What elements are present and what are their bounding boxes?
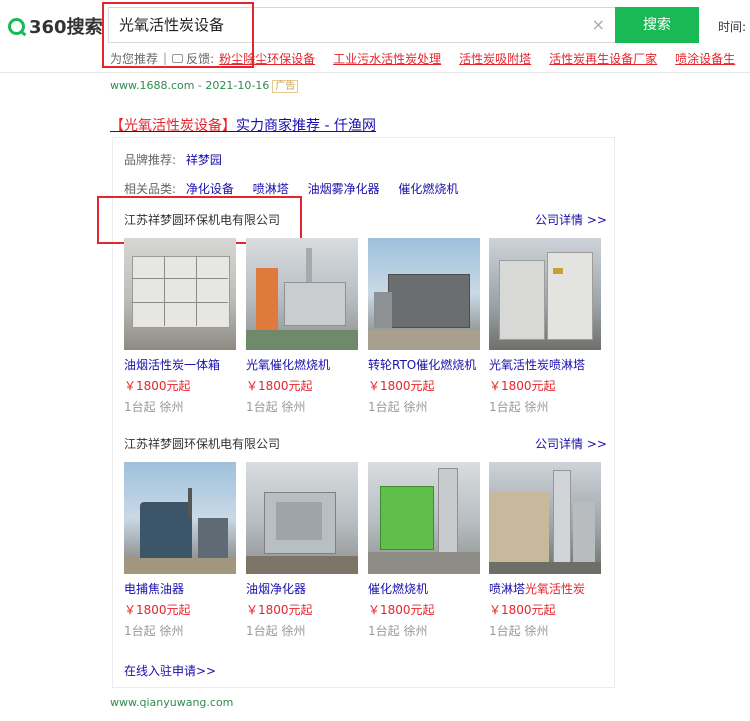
brand-link[interactable]: 祥梦园 <box>186 153 222 167</box>
search-button[interactable]: 搜索 <box>615 7 699 43</box>
category-link[interactable]: 油烟雾净化器 <box>308 182 380 196</box>
company-detail-link[interactable]: 公司详情 >> <box>535 211 607 228</box>
product-name[interactable]: 光氧催化燃烧机 <box>246 356 358 372</box>
product-card[interactable]: 光氧活性炭喷淋塔 ￥1800元起 1台起 徐州 <box>489 238 601 414</box>
recommend-link[interactable]: 工业污水活性炭处理 <box>333 50 441 67</box>
product-name[interactable]: 油烟净化器 <box>246 580 358 596</box>
product-meta: 1台起 徐州 <box>124 400 184 414</box>
product-meta: 1台起 徐州 <box>246 400 306 414</box>
company-detail-link[interactable]: 公司详情 >> <box>535 435 607 452</box>
category-label: 相关品类: <box>124 182 177 196</box>
product-image[interactable] <box>124 238 236 350</box>
product-price: ￥1800元起 <box>368 603 435 617</box>
product-price: ￥1800元起 <box>246 603 313 617</box>
category-link[interactable]: 催化燃烧机 <box>398 182 458 196</box>
product-card[interactable]: 电捕焦油器 ￥1800元起 1台起 徐州 <box>124 462 236 638</box>
time-filter[interactable]: 时间: 全 <box>718 18 750 35</box>
clear-icon[interactable]: × <box>592 16 605 34</box>
recommend-link[interactable]: 喷涂设备生 <box>675 50 735 67</box>
product-name[interactable]: 电捕焦油器 <box>124 580 236 596</box>
product-name[interactable]: 催化燃烧机 <box>368 580 480 596</box>
result-title-rest: 实力商家推荐 - 仟渔网 <box>236 118 376 134</box>
category-row: 相关品类: 净化设备 喷淋塔 油烟雾净化器 催化燃烧机 <box>124 180 473 197</box>
product-image[interactable] <box>246 462 358 574</box>
recommend-link[interactable]: 活性炭再生设备厂家 <box>549 50 657 67</box>
product-image[interactable] <box>246 238 358 350</box>
product-price: ￥1800元起 <box>489 379 556 393</box>
product-image[interactable] <box>368 238 480 350</box>
product-price: ￥1800元起 <box>246 379 313 393</box>
product-meta: 1台起 徐州 <box>368 624 428 638</box>
category-link[interactable]: 净化设备 <box>186 182 234 196</box>
product-image[interactable] <box>124 462 236 574</box>
recommend-link[interactable]: 活性炭吸附塔 <box>459 50 531 67</box>
highlight-box-search <box>102 2 254 68</box>
product-meta: 1台起 徐州 <box>368 400 428 414</box>
product-price: ￥1800元起 <box>124 379 191 393</box>
highlight-box-company <box>97 196 302 244</box>
ad-url: www.1688.com - 2021-10-16 <box>110 79 270 92</box>
product-meta: 1台起 徐州 <box>124 624 184 638</box>
product-image[interactable] <box>489 238 601 350</box>
product-price: ￥1800元起 <box>124 603 191 617</box>
product-name[interactable]: 喷淋塔光氧活性炭 <box>489 580 601 596</box>
logo-search-icon <box>8 17 25 35</box>
company-name[interactable]: 江苏祥梦圆环保机电有限公司 <box>124 435 280 452</box>
ad-badge: 广告 <box>272 80 299 93</box>
product-card[interactable]: 转轮RTO催化燃烧机 ￥1800元起 1台起 徐州 <box>368 238 480 414</box>
logo-text: 360搜索 <box>29 17 103 38</box>
ad-source: www.1688.com - 2021-10-16 广告 <box>110 79 299 93</box>
logo[interactable]: 360搜索 <box>8 12 103 40</box>
product-meta: 1台起 徐州 <box>489 624 549 638</box>
result-title-highlight: 【光氧活性炭设备】 <box>110 118 236 134</box>
product-card[interactable]: 光氧催化燃烧机 ￥1800元起 1台起 徐州 <box>246 238 358 414</box>
brand-row: 品牌推荐: 祥梦园 <box>124 151 237 168</box>
result-title[interactable]: 【光氧活性炭设备】实力商家推荐 - 仟渔网 <box>110 115 376 135</box>
product-name-highlight: 光氧活性炭 <box>525 582 586 596</box>
product-card[interactable]: 油烟活性炭一体箱 ￥1800元起 1台起 徐州 <box>124 238 236 414</box>
product-card[interactable]: 喷淋塔光氧活性炭 ￥1800元起 1台起 徐州 <box>489 462 601 638</box>
product-name[interactable]: 光氧活性炭喷淋塔 <box>489 356 601 372</box>
product-image[interactable] <box>368 462 480 574</box>
product-price: ￥1800元起 <box>489 603 556 617</box>
footer-url[interactable]: www.qianyuwang.com <box>110 696 233 709</box>
category-link[interactable]: 喷淋塔 <box>253 182 289 196</box>
product-meta: 1台起 徐州 <box>489 400 549 414</box>
product-card[interactable]: 油烟净化器 ￥1800元起 1台起 徐州 <box>246 462 358 638</box>
product-image[interactable] <box>489 462 601 574</box>
brand-label: 品牌推荐: <box>124 153 177 167</box>
product-card[interactable]: 催化燃烧机 ￥1800元起 1台起 徐州 <box>368 462 480 638</box>
product-name[interactable]: 油烟活性炭一体箱 <box>124 356 236 372</box>
product-name-plain: 喷淋塔 <box>489 582 526 596</box>
product-price: ￥1800元起 <box>368 379 435 393</box>
join-application-link[interactable]: 在线入驻申请>> <box>124 662 216 679</box>
product-meta: 1台起 徐州 <box>246 624 306 638</box>
product-name[interactable]: 转轮RTO催化燃烧机 <box>368 356 480 372</box>
